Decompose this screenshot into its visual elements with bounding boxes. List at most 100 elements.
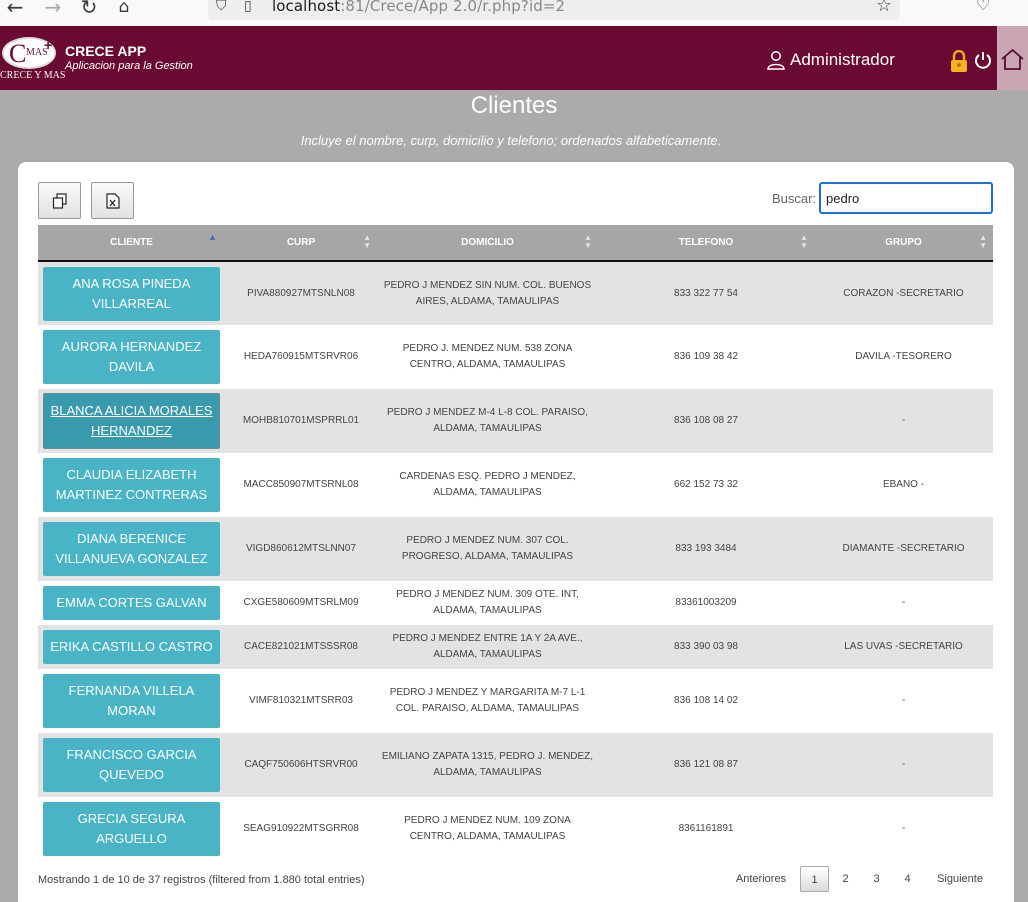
copy-button[interactable] xyxy=(38,182,81,219)
cell-domicilio: EMILIANO ZAPATA 1315, PEDRO J. MENDEZ, A… xyxy=(381,751,594,778)
page-button[interactable]: 4 xyxy=(893,866,922,892)
cell-curp: CAQF750606HTSRVR00 xyxy=(244,759,358,770)
client-name-button[interactable]: ERIKA CASTILLO CASTRO xyxy=(43,630,220,664)
cell-domicilio: PEDRO J MENDEZ ENTRE 1A Y 2A AVE., ALDAM… xyxy=(392,633,583,660)
column-header-domicilio[interactable]: DOMICILIO ▲ ▼ xyxy=(377,225,598,261)
client-name-button[interactable]: FERNANDA VILLELA MORAN xyxy=(43,674,220,728)
cell-telefono: 833 322 77 54 xyxy=(674,287,738,299)
cell-curp: PIVA880927MTSNLN08 xyxy=(247,287,355,299)
cell-telefono: 8361161891 xyxy=(678,823,734,834)
back-arrow-icon[interactable]: ← xyxy=(4,0,26,18)
search-input[interactable] xyxy=(819,182,993,214)
cell-grupo: CORAZON -SECRETARIO xyxy=(843,287,964,299)
next-page-button[interactable]: Siguiente xyxy=(928,866,992,892)
client-name-button[interactable]: EMMA CORTES GALVAN xyxy=(43,586,220,620)
column-header-cliente[interactable]: CLIENTE ▲ xyxy=(38,225,225,261)
cell-domicilio: PEDRO J MENDEZ NUM. 109 ZONA CENTRO, ALD… xyxy=(404,815,571,842)
cell-cliente: GRECIA SEGURA ARGUELLO xyxy=(38,797,225,861)
bookmark-star-icon[interactable]: ☆ xyxy=(876,0,892,16)
cell-domicilio: PEDRO J MENDEZ Y MARGARITA M-7 L-1 COL. … xyxy=(389,687,586,714)
app-name: CRECE APP xyxy=(65,43,147,59)
forward-arrow-icon[interactable]: → xyxy=(42,0,64,18)
cell-curp: VIGD860612MTSLNN07 xyxy=(245,543,357,554)
cell-cliente: AURORA HERNANDEZ DAVILA xyxy=(38,325,225,389)
cell-telefono: 833 193 3484 xyxy=(675,543,737,554)
page-button[interactable]: 1 xyxy=(800,866,829,892)
client-name-button[interactable]: DIANA BERENICE VILLANUEVA GONZALEZ xyxy=(43,522,220,576)
url-path: :81/Crece/App 2.0/r.php?id=2 xyxy=(340,0,566,15)
cell-telefono: 83361003209 xyxy=(675,597,737,608)
cell-grupo: EBANO - xyxy=(882,479,925,490)
cell-domicilio: PEDRO J MENDEZ M-4 L-8 COL. PARAISO, ALD… xyxy=(387,407,588,434)
page-subtitle: Incluye el nombre, curp, domicilio y tel… xyxy=(300,133,722,148)
browser-home-icon[interactable]: ⌂ xyxy=(113,0,135,18)
logo: C MAS + xyxy=(2,37,56,69)
home-icon xyxy=(1001,48,1024,70)
table-header-row: CLIENTE ▲ CURP ▲ ▼ DOMICILIO ▲ ▼ TELEFONO ▲ ▼ G… xyxy=(38,225,993,261)
user-name[interactable]: Administrador xyxy=(790,50,895,70)
page-button[interactable]: 2 xyxy=(831,866,860,892)
cell-curp: MACC850907MTSRNL08 xyxy=(243,479,359,490)
shield-icon[interactable]: ⛉ xyxy=(216,0,227,14)
table-row: EMMA CORTES GALVAN CXGE580609MTSRLM09 PEDR… xyxy=(38,581,993,625)
url-host: localhost xyxy=(272,0,341,15)
page-info-icon[interactable]: ▯ xyxy=(244,0,252,14)
client-name-button[interactable]: BLANCA ALICIA MORALES HERNANDEZ xyxy=(43,393,220,449)
table-info: Mostrando 1 de 10 de 37 registros (filte… xyxy=(38,874,365,886)
client-name-button[interactable]: CLAUDIA ELIZABETH MARTINEZ CONTRERAS xyxy=(43,458,220,512)
column-header-curp[interactable]: CURP ▲ ▼ xyxy=(225,225,377,261)
lock-icon[interactable] xyxy=(950,50,968,72)
client-name-button[interactable]: FRANCISCO GARCIA QUEVEDO xyxy=(43,738,220,792)
pocket-icon[interactable]: ♡ xyxy=(976,0,990,15)
page-button[interactable]: 3 xyxy=(862,866,891,892)
cell-curp: MOHB810701MSPRRL01 xyxy=(242,415,360,426)
cell-curp: CXGE580609MTSRLM09 xyxy=(243,597,359,608)
search-label: Buscar: xyxy=(772,191,817,206)
cell-telefono: 836 108 08 27 xyxy=(674,415,738,426)
cell-telefono: 836 121 08 87 xyxy=(674,759,738,770)
power-icon[interactable] xyxy=(974,51,992,69)
cell-curp: SEAG910922MTSGRR08 xyxy=(243,823,359,834)
cell-telefono: 833 390 03 98 xyxy=(674,641,738,652)
excel-button[interactable] xyxy=(91,182,134,219)
column-header-label: GRUPO xyxy=(885,237,922,248)
cell-grupo: - xyxy=(901,415,906,426)
table-row: GRECIA SEGURA ARGUELLO SEAG910922MTSGRR08… xyxy=(38,797,993,861)
cell-grupo: - xyxy=(901,695,906,706)
table-row: FRANCISCO GARCIA QUEVEDO CAQF750606HTSRVR… xyxy=(38,733,993,797)
cell-cliente: FERNANDA VILLELA MORAN xyxy=(38,669,225,733)
cell-telefono: 836 109 38 42 xyxy=(674,351,738,362)
column-header-telefono[interactable]: TELEFONO ▲ ▼ xyxy=(598,225,814,261)
sort-ascending-icon: ▲ xyxy=(208,232,217,242)
url-text[interactable]: localhost:81/Crece/App 2.0/r.php?id=2 xyxy=(272,0,565,15)
user-icon[interactable] xyxy=(766,50,786,70)
app-tagline: Aplicacion para la Gestion xyxy=(65,60,193,72)
column-header-label: CURP xyxy=(286,237,316,248)
cell-domicilio: PEDRO J MENDEZ NUM. 307 COL. PROGRESO, A… xyxy=(401,535,574,562)
previous-page-button[interactable]: Anteriores xyxy=(728,866,794,892)
client-name-button[interactable]: AURORA HERNANDEZ DAVILA xyxy=(43,330,220,384)
cell-telefono: 836 108 14 02 xyxy=(674,695,738,706)
cell-domicilio: PEDRO J. MENDEZ NUM. 538 ZONA CENTRO, AL… xyxy=(402,343,573,370)
cell-grupo: LAS UVAS -SECRETARIO xyxy=(844,641,963,652)
column-header-grupo[interactable]: GRUPO ▲ ▼ xyxy=(814,225,993,261)
cell-grupo: - xyxy=(901,823,906,834)
table-row: ANA ROSA PINEDA VILLARREAL PIVA880927MTSN… xyxy=(38,261,993,325)
app-header: C MAS + CRECE Y MAS CRECE APP Aplicacion… xyxy=(0,26,1028,90)
cell-curp: VIMF810321MTSRR03 xyxy=(249,695,353,706)
reload-icon[interactable]: ↻ xyxy=(78,0,100,18)
client-name-button[interactable]: ANA ROSA PINEDA VILLARREAL xyxy=(43,266,220,321)
table-body: ANA ROSA PINEDA VILLARREAL PIVA880927MTSN… xyxy=(38,261,993,861)
logo-plus: + xyxy=(44,37,53,53)
table-row: DIANA BERENICE VILLANUEVA GONZALEZ VIGD86… xyxy=(38,517,993,581)
home-button[interactable] xyxy=(997,26,1028,90)
sort-icon: ▲ ▼ xyxy=(584,233,592,250)
cell-grupo: - xyxy=(901,759,906,770)
sort-icon: ▲ ▼ xyxy=(800,233,808,250)
cell-cliente: DIANA BERENICE VILLANUEVA GONZALEZ xyxy=(38,517,225,581)
column-header-label: TELEFONO xyxy=(678,237,734,248)
cell-grupo: DIAMANTE -SECRETARIO xyxy=(842,543,965,554)
cell-cliente: ERIKA CASTILLO CASTRO xyxy=(38,625,225,669)
table-row: AURORA HERNANDEZ DAVILA HEDA760915MTSRVR0… xyxy=(38,325,993,389)
client-name-button[interactable]: GRECIA SEGURA ARGUELLO xyxy=(43,802,220,856)
